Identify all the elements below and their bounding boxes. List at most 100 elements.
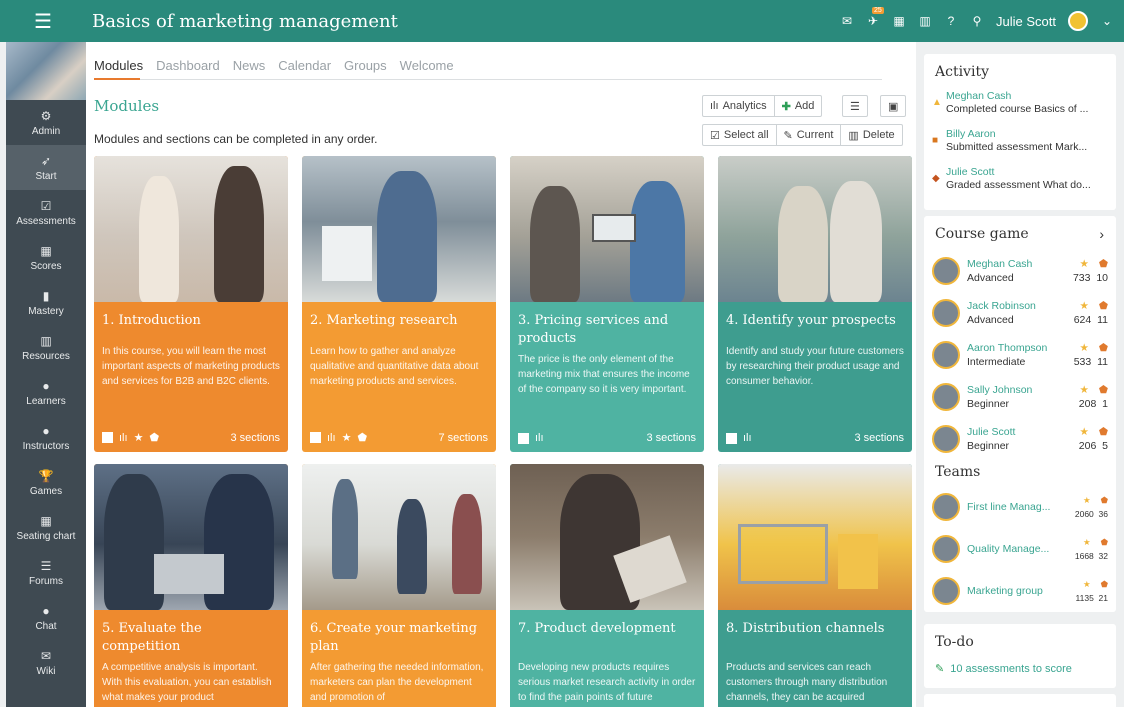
player-level: Advanced: [967, 272, 1014, 284]
avatar: [932, 383, 960, 411]
top-actions: ✉ ✈ 25 ▦ ▥ ? ⚲ Julie Scott ⌄: [840, 0, 1114, 42]
sidebar-item-games[interactable]: 🏆 Games: [6, 460, 86, 505]
sidebar-item-mastery[interactable]: ▮ Mastery: [6, 280, 86, 325]
tab-welcome[interactable]: Welcome: [400, 58, 454, 73]
sidebar-item-chat[interactable]: ● Chat: [6, 595, 86, 640]
player-name[interactable]: Meghan Cash: [967, 257, 1060, 271]
badges-value: 10: [1096, 272, 1108, 284]
list-view-button[interactable]: ☰: [843, 96, 867, 116]
activity-text[interactable]: Graded assessment What do...: [946, 179, 1106, 192]
team-name[interactable]: Marketing group: [967, 584, 1060, 598]
todo-item[interactable]: ✎ 10 assessments to score: [924, 650, 1116, 675]
select-checkbox[interactable]: [726, 432, 737, 444]
select-checkbox[interactable]: [518, 432, 529, 444]
chevron-down-icon[interactable]: ⌄: [1100, 14, 1114, 28]
tab-calendar[interactable]: Calendar: [278, 58, 331, 73]
player-row[interactable]: Aaron Thompson Intermediate ★ ⬟ 533 11: [924, 334, 1116, 376]
add-button[interactable]: ✚ Add: [775, 96, 822, 116]
selection-toolbar: ☑ Select all ✎ Current ▥ Delete: [702, 124, 903, 146]
next-panel: [924, 694, 1116, 707]
section-note: Modules and sections can be completed in…: [94, 132, 378, 146]
player-row[interactable]: Jack Robinson Advanced ★ ⬟ 624 11: [924, 292, 1116, 334]
team-row[interactable]: First line Manag... ★ ⬟ 2060 36: [924, 486, 1116, 528]
team-name[interactable]: Quality Manage...: [967, 542, 1060, 556]
chevron-right-icon[interactable]: ›: [1099, 226, 1104, 242]
tab-news[interactable]: News: [233, 58, 266, 73]
activity-user[interactable]: Meghan Cash: [946, 90, 1106, 103]
library-icon[interactable]: ▥: [918, 14, 932, 28]
module-card[interactable]: 2. Marketing research Learn how to gathe…: [302, 156, 496, 452]
player-name[interactable]: Julie Scott: [967, 425, 1060, 439]
player-name[interactable]: Aaron Thompson: [967, 341, 1060, 355]
sidebar-item-admin[interactable]: ⚙ Admin: [6, 100, 86, 145]
team-row[interactable]: Marketing group ★ ⬟ 1135 21: [924, 570, 1116, 612]
user-avatar[interactable]: [1068, 11, 1088, 31]
activity-text[interactable]: Completed course Basics of ...: [946, 103, 1106, 116]
bar-chart-icon[interactable]: ılı: [327, 432, 336, 444]
sidebar-item-start[interactable]: ➶ Start: [6, 145, 86, 190]
team-row[interactable]: Quality Manage... ★ ⬟ 1668 32: [924, 528, 1116, 570]
grid-view-button[interactable]: ▣: [881, 96, 905, 116]
shield-icon: ⬟: [1098, 300, 1108, 312]
gear-icon: ⚙: [40, 108, 52, 123]
select-checkbox[interactable]: [102, 432, 113, 443]
activity-text[interactable]: Submitted assessment Mark...: [946, 141, 1106, 154]
module-card[interactable]: 1. Introduction In this course, you will…: [94, 156, 288, 452]
select-all-button[interactable]: ☑ Select all: [703, 125, 777, 145]
search-icon[interactable]: ⚲: [970, 14, 984, 28]
player-level: Beginner: [967, 440, 1010, 452]
select-checkbox[interactable]: [310, 432, 321, 443]
sidebar-item-label: Assessments: [16, 215, 76, 227]
person-icon: ●: [42, 378, 50, 393]
team-name[interactable]: First line Manag...: [967, 500, 1060, 514]
sidebar-item-forums[interactable]: ☰ Forums: [6, 550, 86, 595]
player-row[interactable]: Sally Johnson Beginner ★ ⬟ 208 1: [924, 376, 1116, 418]
tab-modules[interactable]: Modules: [94, 58, 143, 73]
sidebar-item-instructors[interactable]: ● Instructors: [6, 415, 86, 460]
module-card[interactable]: 6. Create your marketing plan After gath…: [302, 464, 496, 707]
mail-icon[interactable]: ✉: [840, 14, 854, 28]
notification-badge: 25: [872, 7, 884, 14]
module-card[interactable]: 7. Product development Developing new pr…: [510, 464, 704, 707]
calendar-icon[interactable]: ▦: [892, 14, 906, 28]
bar-chart-icon[interactable]: ılı: [119, 432, 128, 444]
sidebar-item-learners[interactable]: ● Learners: [6, 370, 86, 415]
delete-button[interactable]: ▥ Delete: [841, 125, 901, 145]
user-name[interactable]: Julie Scott: [996, 14, 1056, 29]
checkbox-icon: ☑: [40, 198, 52, 213]
bar-chart-icon[interactable]: ılı: [535, 432, 544, 444]
module-card[interactable]: 3. Pricing services and products The pri…: [510, 156, 704, 452]
sidebar-item-assessments[interactable]: ☑ Assessments: [6, 190, 86, 235]
sidebar-item-resources[interactable]: ▥ Resources: [6, 325, 86, 370]
current-button[interactable]: ✎ Current: [777, 125, 842, 145]
player-name[interactable]: Jack Robinson: [967, 299, 1060, 313]
player-row[interactable]: Julie Scott Beginner ★ ⬟ 206 5: [924, 418, 1116, 460]
activity-user[interactable]: Billy Aaron: [946, 128, 1106, 141]
sidebar-item-wiki[interactable]: ✉ Wiki: [6, 640, 86, 685]
module-title: 3. Pricing services and products: [518, 313, 669, 346]
bar-chart-icon[interactable]: ılı: [743, 432, 752, 444]
module-description: A competitive analysis is important. Wit…: [102, 662, 272, 703]
activity-panel: Activity ▲ Meghan Cash Completed course B…: [924, 54, 1116, 210]
player-row[interactable]: Meghan Cash Advanced ★ ⬟ 733 10: [924, 250, 1116, 292]
rocket-icon: ➶: [40, 153, 52, 168]
module-card[interactable]: 8. Distribution channels Products and se…: [718, 464, 912, 707]
tab-groups[interactable]: Groups: [344, 58, 387, 73]
points-value: 624: [1073, 314, 1092, 326]
hamburger-menu-icon[interactable]: ☰: [0, 0, 86, 42]
module-card[interactable]: 4. Identify your prospects Identify and …: [718, 156, 912, 452]
tab-divider: [94, 79, 882, 80]
module-card[interactable]: 5. Evaluate the competition A competitiv…: [94, 464, 288, 707]
module-image: [718, 156, 912, 302]
analytics-button[interactable]: ılı Analytics: [703, 96, 775, 116]
sidebar-item-label: Admin: [31, 125, 61, 137]
sidebar-item-seating-chart[interactable]: ▦ Seating chart: [6, 505, 86, 550]
notifications-icon[interactable]: ✈ 25: [866, 7, 884, 28]
player-name[interactable]: Sally Johnson: [967, 383, 1060, 397]
tab-dashboard[interactable]: Dashboard: [156, 58, 220, 73]
module-description: In this course, you will learn the most …: [102, 346, 280, 387]
sidebar-item-scores[interactable]: ▦ Scores: [6, 235, 86, 280]
points-value: 733: [1072, 272, 1091, 284]
activity-user[interactable]: Julie Scott: [946, 166, 1106, 179]
help-icon[interactable]: ?: [944, 14, 958, 28]
